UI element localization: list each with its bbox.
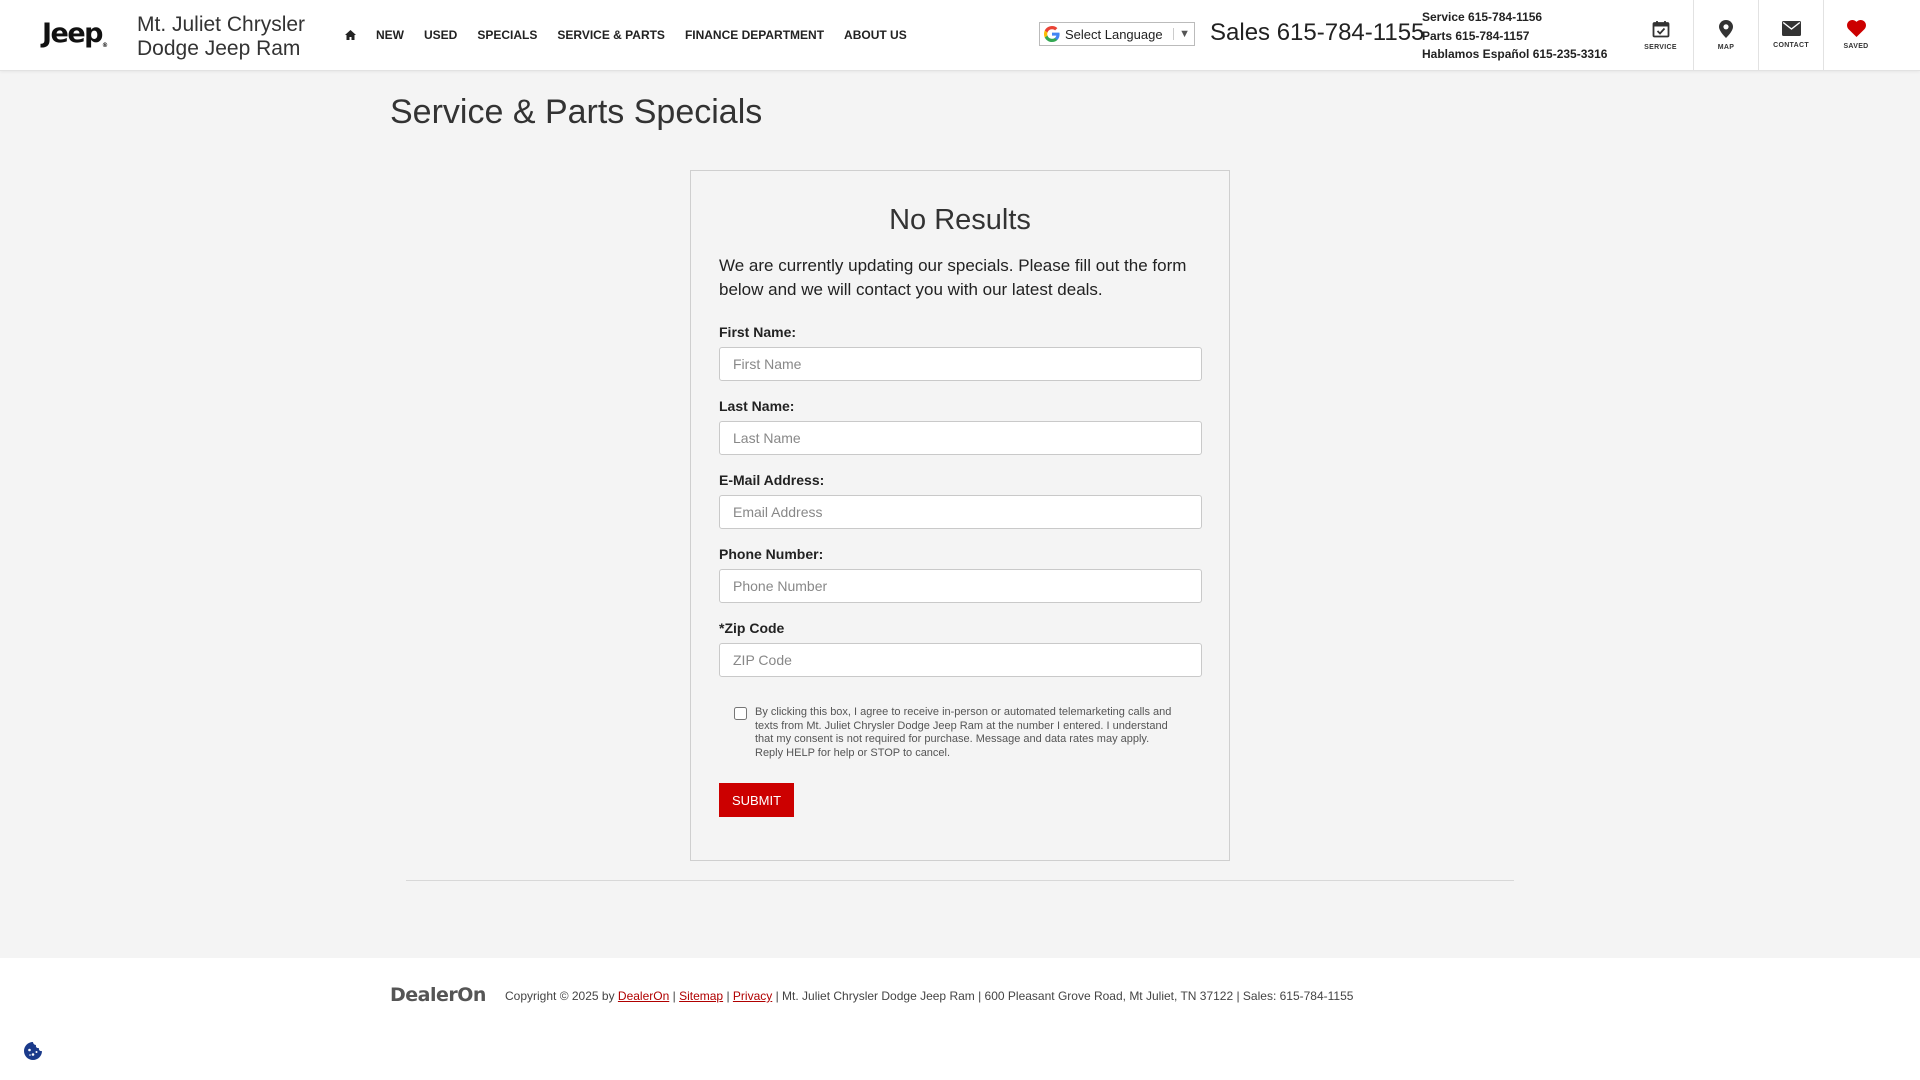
dealer-address-text: | Mt. Juliet Chrysler Dodge Jeep Ram | 6… — [772, 989, 1354, 1003]
quick-link-map[interactable]: MAP — [1693, 0, 1758, 70]
privacy-link[interactable]: Privacy — [733, 989, 772, 1003]
phone-input[interactable] — [719, 569, 1202, 603]
home-icon — [345, 30, 356, 40]
calendar-check-icon — [1652, 20, 1669, 37]
specials-form-card: No Results We are currently updating our… — [690, 170, 1230, 861]
cookie-icon — [24, 1042, 42, 1060]
nav-new[interactable]: NEW — [366, 28, 414, 42]
language-label: Select Language — [1065, 26, 1163, 42]
quick-link-contact[interactable]: CONTACT — [1758, 0, 1823, 70]
email-label: E-Mail Address: — [719, 472, 825, 488]
email-input[interactable] — [719, 495, 1202, 529]
site-header: Jeep® Mt. Juliet Chrysler Dodge Jeep Ram… — [0, 0, 1920, 71]
last-name-input[interactable] — [719, 421, 1202, 455]
zip-code-label: *Zip Code — [719, 620, 785, 636]
nav-finance-department[interactable]: FINANCE DEPARTMENT — [675, 28, 834, 42]
first-name-input[interactable] — [719, 347, 1202, 381]
dropdown-arrow-icon: ▼ — [1173, 28, 1190, 40]
page-title: Service & Parts Specials — [390, 93, 763, 131]
consent-checkbox[interactable] — [734, 707, 747, 720]
dealeron-link[interactable]: DealerOn — [618, 989, 669, 1003]
phone-label: Phone Number: — [719, 546, 824, 562]
language-select[interactable]: Select Language ▼ — [1039, 22, 1195, 46]
nav-home[interactable] — [345, 30, 366, 40]
nav-specials[interactable]: SPECIALS — [467, 28, 547, 42]
map-pin-icon — [1719, 19, 1733, 38]
heart-icon — [1846, 20, 1866, 37]
no-results-heading: No Results — [889, 204, 1031, 236]
spanish-phone[interactable]: Hablamos Español 615-235-3316 — [1422, 45, 1607, 64]
form-description: We are currently updating our specials. … — [719, 256, 1187, 299]
parts-phone[interactable]: Parts 615-784-1157 — [1422, 27, 1607, 46]
department-phones: Service 615-784-1156 Parts 615-784-1157 … — [1422, 8, 1607, 64]
logo-trademark: ® — [102, 42, 108, 49]
dealer-name[interactable]: Mt. Juliet Chrysler Dodge Jeep Ram — [137, 13, 327, 61]
copyright-text: Copyright © 2025 by — [505, 989, 615, 1003]
sitemap-link[interactable]: Sitemap — [679, 989, 723, 1003]
google-icon — [1044, 26, 1060, 42]
cookie-settings-button[interactable] — [22, 1040, 44, 1062]
envelope-icon — [1781, 21, 1801, 36]
first-name-label: First Name: — [719, 324, 797, 340]
footer-separator: | — [723, 989, 733, 1003]
site-footer: DealerOn Copyright © 2025 by DealerOn | … — [0, 958, 1920, 1080]
last-name-label: Last Name: — [719, 398, 795, 414]
nav-used[interactable]: USED — [414, 28, 467, 42]
consent-text: By clicking this box, I agree to receive… — [755, 706, 1172, 759]
consent-row: By clicking this box, I agree to receive… — [734, 706, 1174, 760]
nav-service-parts[interactable]: SERVICE & PARTS — [547, 28, 675, 42]
logo-text: Jeep — [42, 18, 104, 49]
service-phone[interactable]: Service 615-784-1156 — [1422, 8, 1607, 27]
jeep-logo[interactable]: Jeep® — [42, 18, 108, 49]
nav-about-us[interactable]: ABOUT US — [834, 28, 917, 42]
quick-link-service[interactable]: SERVICE — [1628, 0, 1693, 70]
quick-link-label: MAP — [1717, 43, 1735, 51]
content-divider — [406, 880, 1514, 881]
footer-info: Copyright © 2025 by DealerOn | Sitemap |… — [505, 989, 1353, 1003]
submit-button[interactable]: SUBMIT — [719, 783, 794, 817]
quick-link-label: SERVICE — [1644, 43, 1677, 51]
dealeron-logo[interactable]: DealerOn — [390, 984, 486, 1006]
quick-link-saved[interactable]: SAVED — [1823, 0, 1888, 70]
footer-separator: | — [669, 989, 680, 1003]
main-nav: NEW USED SPECIALS SERVICE & PARTS FINANC… — [345, 0, 917, 70]
quick-link-label: SAVED — [1843, 43, 1869, 50]
zip-code-input[interactable] — [719, 643, 1202, 677]
quick-link-label: CONTACT — [1773, 42, 1809, 49]
quick-links: SERVICE MAP CONTACT SAVED — [1628, 0, 1888, 70]
sales-phone[interactable]: Sales 615-784-1155 — [1210, 19, 1424, 47]
